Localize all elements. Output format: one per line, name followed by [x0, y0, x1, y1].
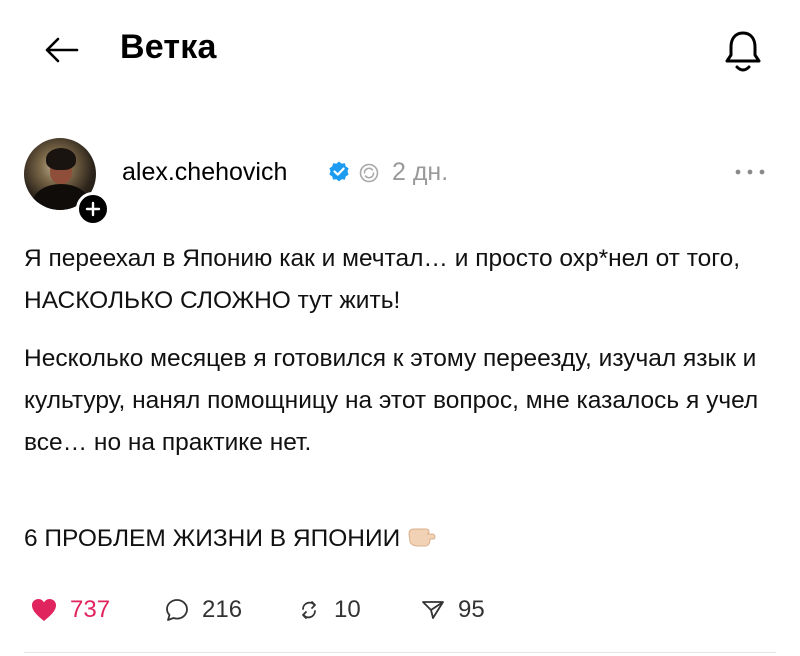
send-icon [422, 601, 444, 619]
verified-badge-icon [329, 161, 349, 182]
follow-button[interactable] [76, 192, 110, 226]
post-actions: 737 216 10 95 [0, 590, 800, 630]
reply-count: 216 [202, 596, 243, 623]
arrow-left-icon [45, 37, 79, 63]
bell-icon [725, 31, 761, 72]
page-title: Ветка [120, 28, 217, 66]
divider [24, 652, 776, 653]
post-time: 2 дн. [392, 158, 449, 186]
repost-icon [302, 601, 316, 619]
repost-count: 10 [334, 596, 361, 623]
comment-icon [166, 599, 188, 621]
notifications-button[interactable] [716, 24, 770, 78]
username[interactable]: alex.chehovich [122, 158, 287, 187]
like-count: 737 [70, 596, 111, 623]
post-text-heading: 6 ПРОБЛЕМ ЖИЗНИ В ЯПОНИИ [24, 518, 764, 560]
plus-icon [85, 201, 101, 217]
heart-icon [32, 599, 56, 621]
back-button[interactable] [36, 30, 86, 70]
reply-button[interactable]: 216 [164, 590, 242, 630]
more-horizontal-icon [735, 169, 765, 175]
post-text-paragraph: Несколько месяцев я готовился к этому пе… [24, 345, 759, 456]
pointing-down-hand-icon [408, 528, 436, 547]
avatar-container[interactable] [24, 138, 110, 226]
post-heading-text: 6 ПРОБЛЕМ ЖИЗНИ В ЯПОНИИ [24, 525, 401, 552]
more-options-button[interactable] [730, 162, 770, 182]
post-text-paragraph: Я переехал в Японию как и мечтал… и прос… [24, 245, 741, 314]
share-count: 95 [458, 596, 485, 623]
header: Ветка [0, 0, 800, 100]
like-button[interactable]: 737 [30, 590, 110, 630]
repost-button[interactable]: 10 [296, 590, 361, 630]
share-button[interactable]: 95 [420, 590, 485, 630]
reposted-indicator-icon [359, 163, 379, 183]
